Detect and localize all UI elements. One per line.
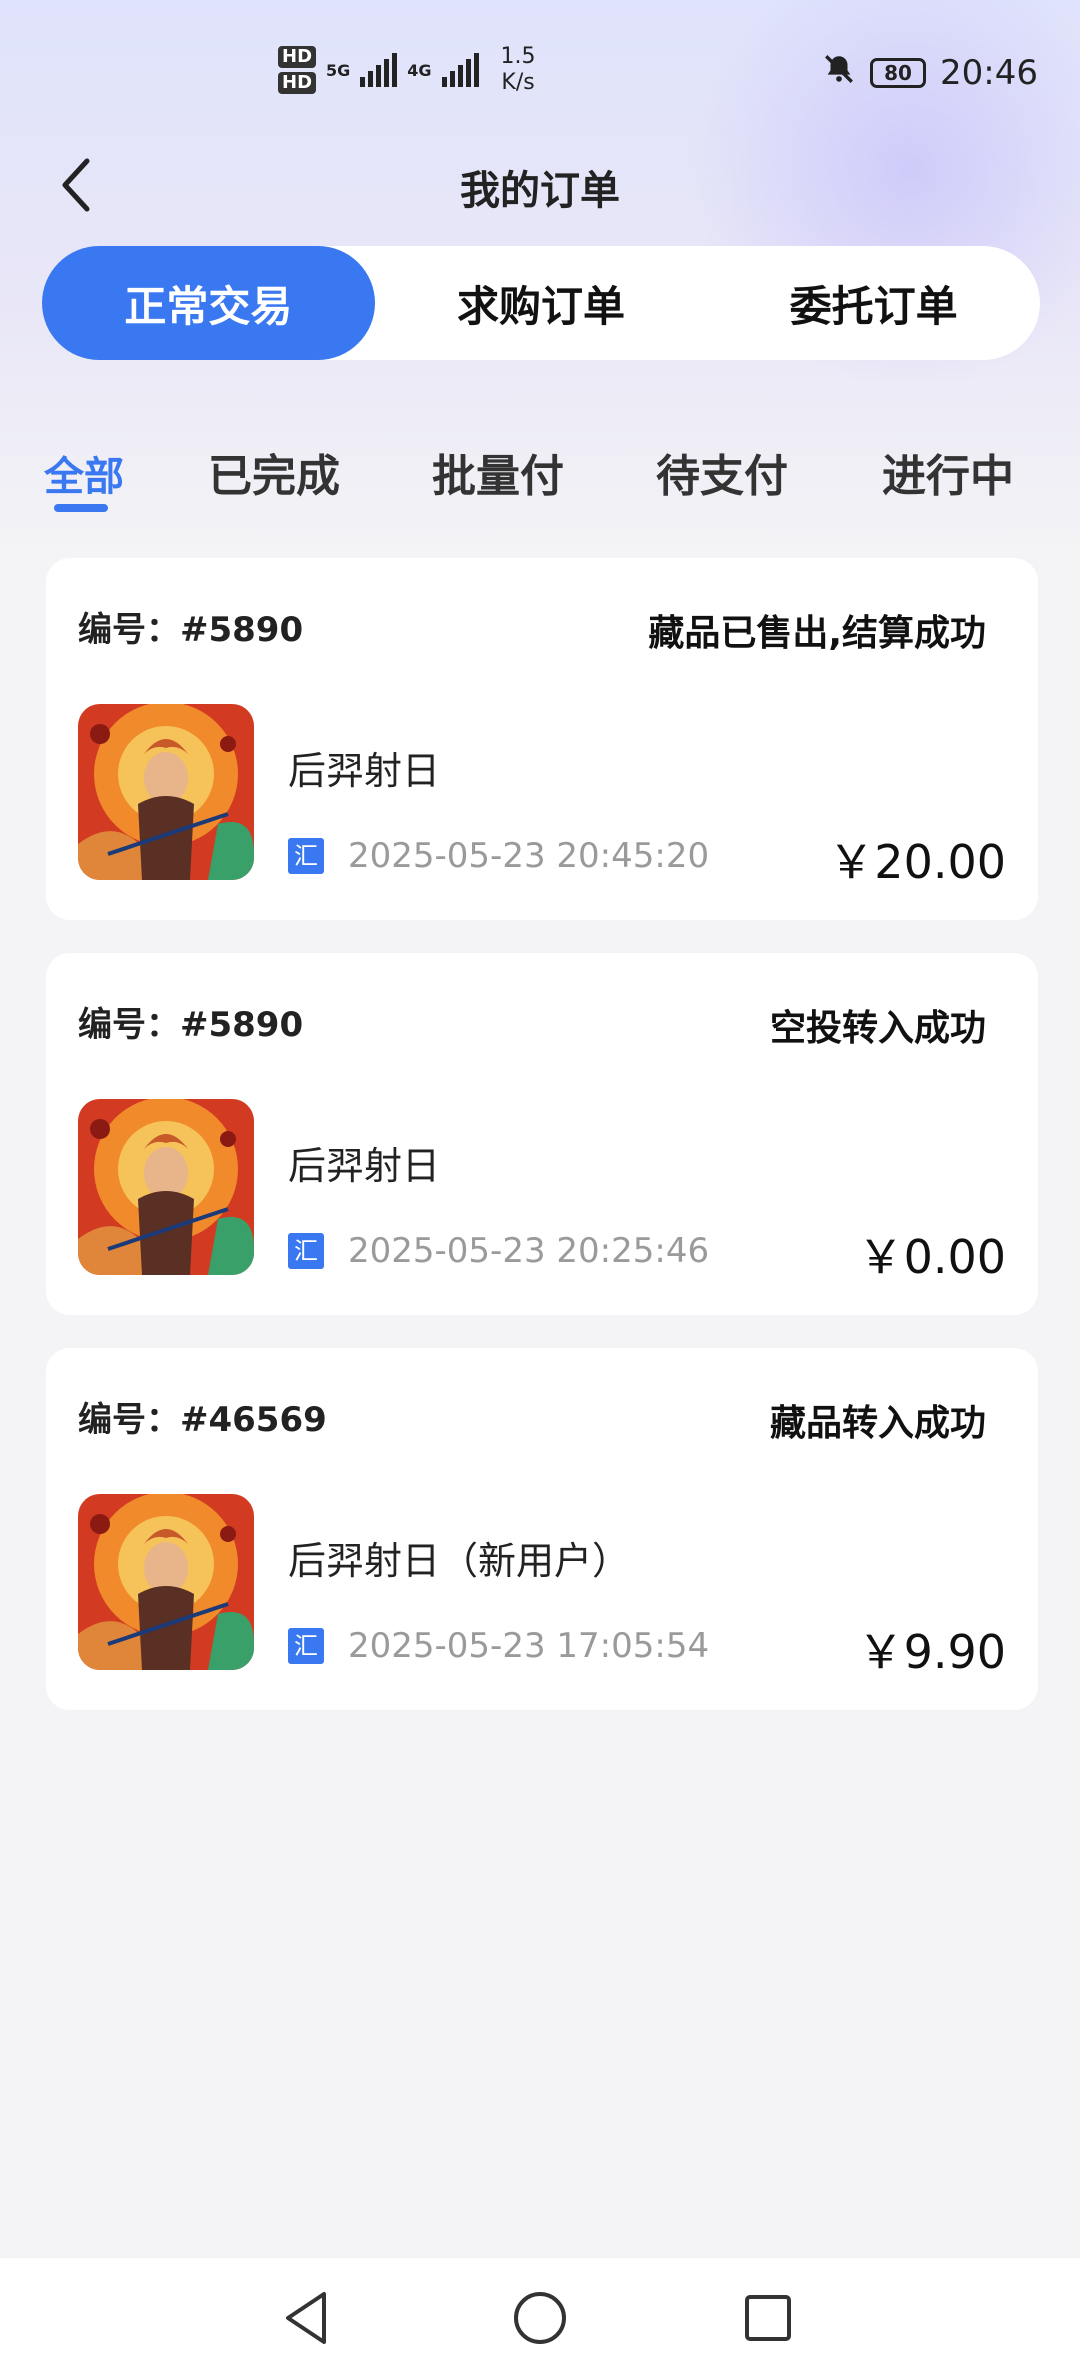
- collectible-name: 后羿射日: [288, 1144, 441, 1188]
- order-number: 编号：#46569: [78, 1400, 327, 1440]
- order-number: 编号：#5890: [78, 610, 304, 650]
- battery-icon: 80: [870, 58, 927, 88]
- tab-completed[interactable]: 已完成: [208, 440, 340, 504]
- order-type-segmented-control: 正常交易 求购订单 委托订单: [42, 246, 1040, 360]
- order-time: 2025-05-23 20:25:46: [348, 1231, 710, 1271]
- status-bar: HD HD 5G 4G 1.5 K/s 80 20:46: [0, 0, 1080, 150]
- network-speed: 1.5 K/s: [501, 44, 536, 96]
- order-status: 空投转入成功: [769, 1008, 986, 1049]
- collectible-thumbnail: [78, 1099, 254, 1275]
- platform-badge: 汇: [288, 838, 324, 874]
- status-filter-tabs: 全部 已完成 批量付 待支付 进行中: [0, 440, 1080, 520]
- hd2-icon: HD: [278, 72, 317, 94]
- segment-normal-trade[interactable]: 正常交易: [42, 246, 375, 360]
- order-price: ￥20.00: [828, 835, 1006, 889]
- collectible-thumbnail: [78, 1494, 254, 1670]
- status-right: 80 20:46: [822, 52, 1038, 94]
- sig1-label: 5G: [326, 60, 351, 80]
- signal-bars-2-icon: [441, 53, 479, 87]
- order-card[interactable]: 编号：#5890 空投转入成功 后羿射日 汇 2025-05-23 20:25:…: [46, 953, 1038, 1315]
- speed-value: 1.5: [500, 44, 536, 69]
- order-status: 藏品转入成功: [769, 1403, 986, 1444]
- nav-back-button[interactable]: [278, 2288, 338, 2348]
- order-time: 2025-05-23 20:45:20: [348, 836, 710, 876]
- nav-recents-button[interactable]: [738, 2288, 798, 2348]
- segment-purchase-orders[interactable]: 求购订单: [375, 246, 708, 360]
- tab-in-progress[interactable]: 进行中: [882, 440, 1014, 504]
- circle-home-icon: [514, 2292, 566, 2344]
- sig2-label: 4G: [407, 60, 432, 80]
- collectible-name: 后羿射日: [288, 749, 441, 793]
- active-tab-indicator: [54, 504, 108, 512]
- order-card[interactable]: 编号：#5890 藏品已售出,结算成功 后羿射日 汇 2025-05-23 20…: [46, 558, 1038, 920]
- hd-indicators: HD HD: [278, 46, 317, 94]
- order-status: 藏品已售出,结算成功: [648, 613, 986, 654]
- square-recents-icon: [745, 2295, 791, 2341]
- segment-consign-orders[interactable]: 委托订单: [707, 246, 1040, 360]
- page-title: 我的订单: [460, 168, 620, 214]
- collectible-name: 后羿射日（新用户）: [288, 1539, 631, 1583]
- nav-home-button[interactable]: [510, 2288, 570, 2348]
- speed-unit: K/s: [501, 70, 535, 95]
- app-header: 我的订单: [0, 140, 1080, 230]
- system-navigation-bar: [0, 2258, 1080, 2376]
- order-number: 编号：#5890: [78, 1005, 304, 1045]
- collectible-thumbnail: [78, 704, 254, 880]
- signal-bars-1-icon: [360, 53, 398, 87]
- order-card[interactable]: 编号：#46569 藏品转入成功 后羿射日（新用户） 汇 2025-05-23 …: [46, 1348, 1038, 1710]
- platform-badge: 汇: [288, 1628, 324, 1664]
- bell-muted-icon: [822, 52, 856, 94]
- hd1-icon: HD: [278, 46, 317, 68]
- order-price: ￥0.00: [857, 1230, 1006, 1284]
- clock: 20:46: [940, 53, 1038, 93]
- order-price: ￥9.90: [857, 1625, 1006, 1679]
- order-time: 2025-05-23 17:05:54: [348, 1626, 710, 1666]
- network-indicators: HD HD 5G 4G 1.5 K/s: [278, 44, 536, 96]
- tab-pending-payment[interactable]: 待支付: [656, 440, 788, 504]
- triangle-back-icon: [286, 2292, 326, 2344]
- tab-all[interactable]: 全部: [44, 444, 124, 502]
- order-page: HD HD 5G 4G 1.5 K/s 80 20:46 我的订单 正常交易 求…: [0, 0, 1080, 2376]
- platform-badge: 汇: [288, 1233, 324, 1269]
- tab-batch-pay[interactable]: 批量付: [432, 440, 564, 504]
